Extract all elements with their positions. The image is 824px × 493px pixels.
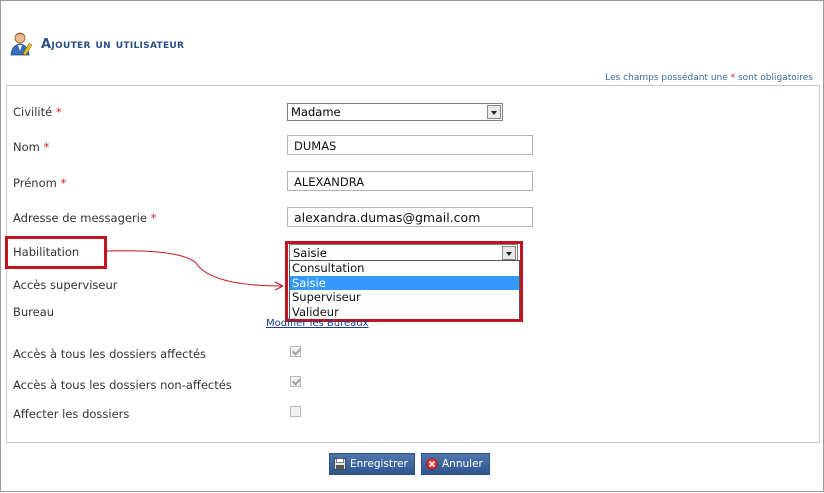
affecter-label: Affecter les dossiers bbox=[13, 407, 130, 421]
acces-non-affectes-checkbox[interactable] bbox=[290, 376, 301, 387]
acces-affectes-label: Accès à tous les dossiers affectés bbox=[13, 347, 207, 361]
arrow-line bbox=[106, 250, 284, 287]
cancel-button-label: Annuler bbox=[442, 458, 483, 470]
bureau-label: Bureau bbox=[13, 305, 55, 319]
page-frame: Ajouter un utilisateur Les champs posséd… bbox=[0, 0, 824, 492]
modifier-bureaux-link[interactable]: Modifier les Bureaux bbox=[266, 318, 369, 329]
save-button[interactable]: Enregistrer bbox=[329, 453, 415, 475]
cancel-button[interactable]: Annuler bbox=[421, 453, 490, 475]
save-button-label: Enregistrer bbox=[350, 458, 408, 470]
acces-superviseur-label: Accès superviseur bbox=[13, 278, 118, 292]
acces-non-affectes-label: Accès à tous les dossiers non-affectés bbox=[13, 378, 232, 392]
affecter-checkbox[interactable] bbox=[290, 406, 301, 417]
floppy-disk-icon bbox=[334, 458, 346, 470]
cancel-icon bbox=[426, 458, 438, 470]
acces-affectes-checkbox[interactable] bbox=[290, 346, 301, 357]
